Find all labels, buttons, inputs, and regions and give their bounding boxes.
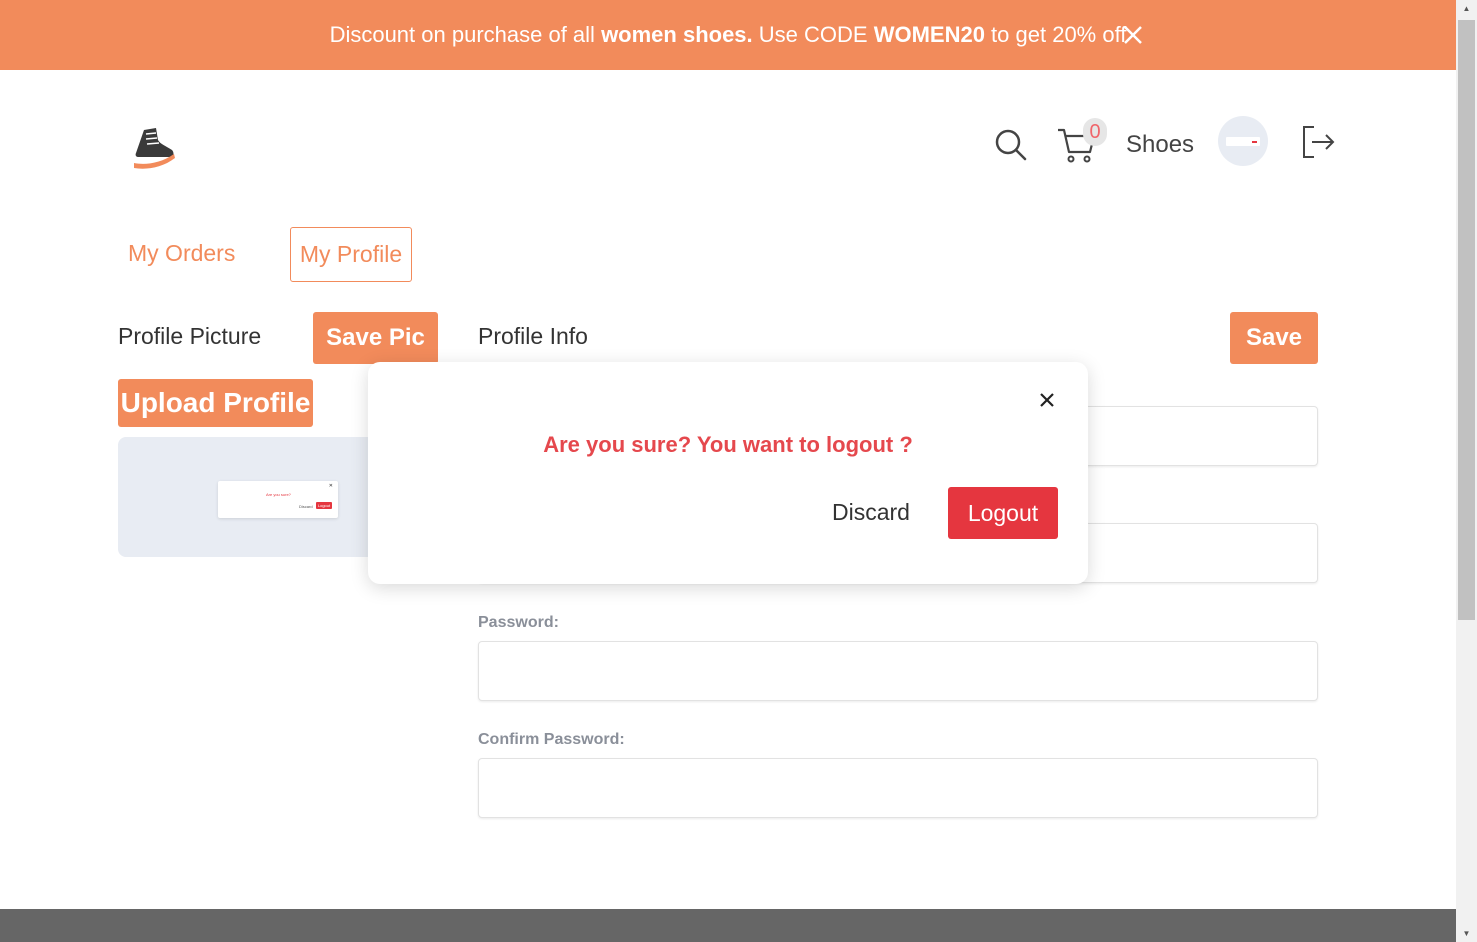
logout-button[interactable]: Logout <box>948 487 1058 539</box>
profile-picture-preview: ✕ Are you sure? Discard Logout <box>118 437 398 557</box>
preview-message: Are you sure? <box>266 492 291 497</box>
save-button[interactable]: Save <box>1230 312 1318 364</box>
preview-discard-label: Discard <box>299 504 313 509</box>
promo-highlight-product: women shoes. <box>601 22 753 47</box>
upload-profile-button[interactable]: Upload Profile <box>118 379 313 427</box>
promo-banner: Discount on purchase of all women shoes.… <box>0 0 1456 70</box>
preview-close-icon: ✕ <box>328 483 333 489</box>
close-icon[interactable] <box>1037 390 1057 410</box>
tab-my-profile[interactable]: My Profile <box>290 227 412 282</box>
promo-text-part: to get 20% off <box>984 22 1127 47</box>
shoes-nav-link[interactable]: Shoes <box>1126 131 1194 159</box>
password-input[interactable] <box>478 641 1318 701</box>
close-icon[interactable] <box>1120 22 1146 48</box>
confirm-password-input[interactable] <box>478 758 1318 818</box>
promo-highlight-code: WOMEN20 <box>873 22 985 47</box>
shoe-logo-icon[interactable] <box>130 126 176 172</box>
tab-my-orders[interactable]: My Orders <box>128 240 235 267</box>
preview-logout-label: Logout <box>316 502 332 509</box>
confirm-password-label: Confirm Password: <box>478 731 625 748</box>
footer <box>0 909 1456 942</box>
logout-confirm-modal: Are you sure? You want to logout ? Disca… <box>368 362 1088 584</box>
scroll-down-arrow-icon[interactable]: ▼ <box>1456 925 1477 942</box>
promo-text-part: Use CODE <box>752 22 874 47</box>
profile-info-title: Profile Info <box>478 323 588 349</box>
cart-count-badge: 0 <box>1083 118 1107 146</box>
logout-icon[interactable] <box>1300 124 1336 160</box>
save-pic-button[interactable]: Save Pic <box>313 312 438 364</box>
preview-thumbnail-image: ✕ Are you sure? Discard Logout <box>218 481 338 518</box>
discard-button[interactable]: Discard <box>832 499 910 526</box>
promo-text: Discount on purchase of all women shoes.… <box>330 22 1127 48</box>
avatar[interactable] <box>1218 116 1268 166</box>
scrollbar-thumb[interactable] <box>1458 20 1475 620</box>
page-scrollbar[interactable]: ▲ ▼ <box>1456 0 1477 942</box>
password-label: Password: <box>478 614 559 631</box>
search-icon[interactable] <box>994 128 1028 162</box>
logout-confirm-message: Are you sure? You want to logout ? <box>543 432 913 457</box>
promo-text-part: Discount on purchase of all <box>329 22 602 47</box>
scroll-up-arrow-icon[interactable]: ▲ <box>1456 0 1477 17</box>
avatar-thumbnail <box>1226 137 1260 146</box>
profile-picture-title: Profile Picture <box>118 323 262 349</box>
